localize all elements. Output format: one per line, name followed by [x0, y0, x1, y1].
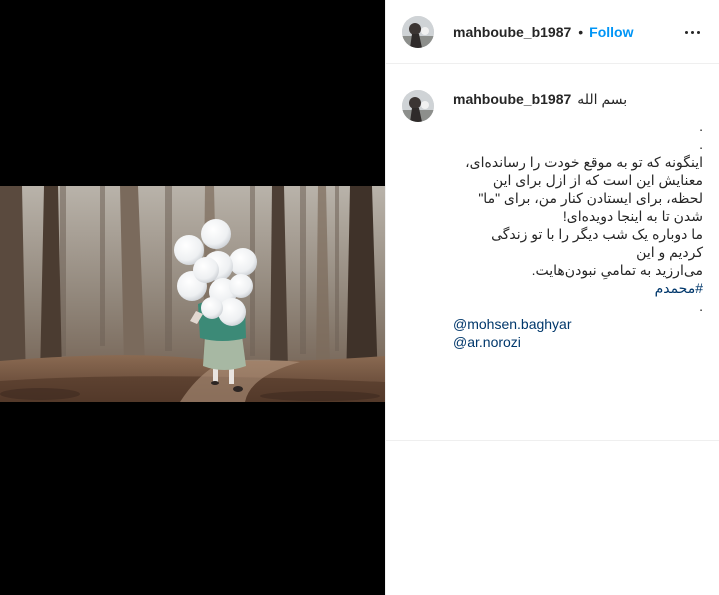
caption-body: mahboube_b1987 بسم الله . . اینگونه که ت… [453, 88, 703, 351]
caption-line: معنایش این است که از ازل برای این [492, 172, 703, 188]
header-separator: • [578, 23, 584, 40]
post-sidebar: mahboube_b1987 • Follow mahboube_b1987 ب… [385, 0, 719, 595]
caption-line: شدن تا به اینجا دویده‌ای! [562, 208, 703, 224]
follow-button[interactable]: Follow [589, 24, 633, 40]
mention-link-mohsen[interactable]: @mohsen.baghyar [453, 316, 572, 332]
caption-line: . [699, 298, 703, 314]
caption-line: . [699, 118, 703, 134]
post-media[interactable] [0, 0, 385, 595]
caption-line: کردیم و این [636, 244, 703, 260]
caption-username[interactable]: mahboube_b1987 [453, 91, 571, 107]
post-modal: mahboube_b1987 • Follow mahboube_b1987 ب… [0, 0, 719, 595]
post-header: mahboube_b1987 • Follow [386, 0, 719, 64]
caption-avatar[interactable] [402, 90, 434, 122]
post-caption: mahboube_b1987 بسم الله . . اینگونه که ت… [386, 88, 719, 351]
caption-line: می‌ارزید به تمامیِ نبودن‌هایت. [531, 262, 703, 278]
author-avatar[interactable] [402, 15, 434, 48]
caption-line: . [699, 136, 703, 152]
caption-line: لحظه، برای ایستادن کنار من، برای "ما" [478, 190, 703, 206]
hashtag-link[interactable]: #محمدم [655, 280, 703, 296]
comments-divider [386, 440, 719, 441]
forest-balloon-photo [0, 186, 385, 402]
mention-link-norozi[interactable]: @ar.norozi [453, 334, 521, 350]
caption-line: اینگونه که تو به موقع خودت را رسانده‌ای، [465, 154, 703, 170]
more-options-icon[interactable] [680, 20, 704, 44]
caption-line: ما دوباره یک شب دیگر را با تو زندگی [491, 226, 703, 242]
post-photo [0, 186, 385, 402]
author-username[interactable]: mahboube_b1987 [453, 24, 571, 40]
caption-first-text: بسم الله [577, 90, 628, 107]
caption-text: . . اینگونه که تو به موقع خودت را رسانده… [453, 117, 703, 351]
caption-first-line: mahboube_b1987 بسم الله [453, 88, 703, 110]
